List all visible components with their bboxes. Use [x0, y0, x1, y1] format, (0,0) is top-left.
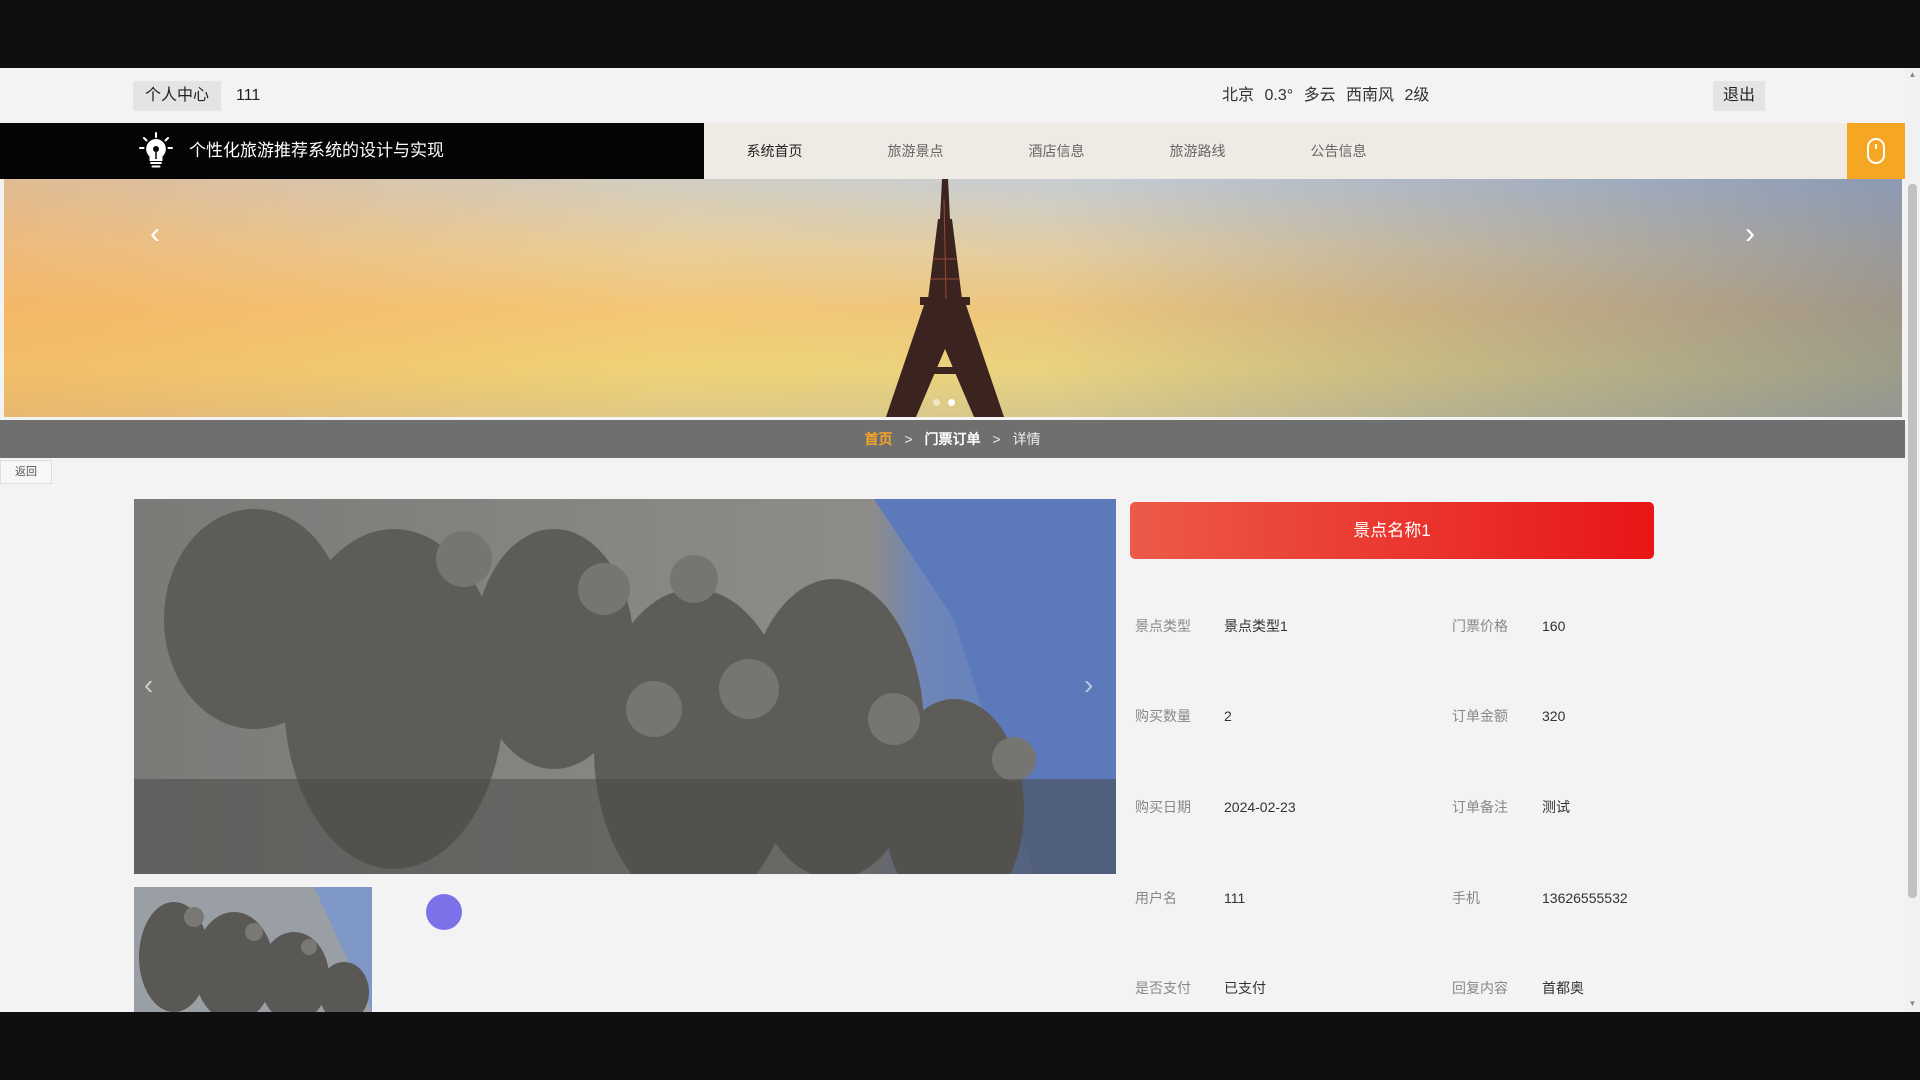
attraction-main-image: ‹ › [134, 499, 1116, 874]
lightbulb-logo-icon [139, 132, 173, 168]
image-prev-arrow-icon[interactable]: ‹ [144, 669, 153, 701]
weather-condition: 多云 [1303, 87, 1336, 104]
mouse-cursor-indicator [426, 894, 462, 930]
field-label: 购买日期 [1135, 799, 1191, 815]
info-row: 用户名 111 手机 13626555532 [1130, 883, 1690, 913]
field-value: 2024-02-23 [1224, 799, 1296, 815]
field-value: 111 [1224, 890, 1246, 906]
banner-pagination [933, 399, 955, 406]
banner-next-arrow-icon[interactable]: › [1735, 219, 1765, 249]
breadcrumb-current: 详情 [1012, 431, 1041, 447]
nav-item-hotels[interactable]: 酒店信息 [986, 123, 1127, 179]
field-label: 手机 [1452, 890, 1480, 906]
logout-button[interactable]: 退出 [1713, 81, 1766, 111]
info-row: 景点类型 景点类型1 门票价格 160 [1130, 611, 1690, 641]
info-row: 是否支付 已支付 回复内容 首都奥 [1130, 973, 1690, 1003]
main-navbar: 个性化旅游推荐系统的设计与实现 系统首页 旅游景点 酒店信息 旅游路线 公告信息 [0, 123, 1905, 179]
field-value: 2 [1224, 708, 1232, 724]
attraction-name-title: 景点名称1 [1130, 502, 1654, 559]
field-value: 160 [1542, 618, 1566, 634]
nav-item-announcements[interactable]: 公告信息 [1268, 123, 1409, 179]
field-value: 13626555532 [1542, 890, 1628, 906]
banner-prev-arrow-icon[interactable]: ‹ [140, 219, 170, 249]
brand-block: 个性化旅游推荐系统的设计与实现 [0, 123, 704, 179]
field-label: 购买数量 [1135, 708, 1191, 724]
attraction-thumbnail[interactable] [134, 887, 372, 1012]
browser-viewport: 个人中心 111 北京 0.3° 多云 西南风 2级 退出 个性化旅游推荐系统的… [0, 68, 1920, 1012]
weather-city: 北京 [1222, 87, 1255, 104]
breadcrumb-home-link[interactable]: 首页 [865, 431, 893, 447]
personal-center-button[interactable]: 个人中心 [133, 81, 222, 111]
hero-banner: ‹ › [4, 179, 1902, 417]
nav-item-routes[interactable]: 旅游路线 [1127, 123, 1268, 179]
scroll-up-icon[interactable]: ▲ [1908, 70, 1917, 80]
field-value: 测试 [1542, 799, 1570, 815]
nav-item-home[interactable]: 系统首页 [704, 123, 845, 179]
mouse-icon [1867, 138, 1885, 164]
field-label: 用户名 [1135, 890, 1177, 906]
letterbox-top [0, 0, 1920, 68]
field-label: 门票价格 [1452, 618, 1508, 634]
weather-info: 北京 0.3° 多云 西南风 2级 [1222, 81, 1435, 111]
info-row: 购买数量 2 订单金额 320 [1130, 701, 1690, 731]
sculpture-thumbnail [134, 887, 372, 1012]
field-label: 景点类型 [1135, 618, 1191, 634]
field-value: 320 [1542, 708, 1566, 724]
page-scrollbar[interactable]: ▲ ▼ [1905, 68, 1920, 1012]
username-label: 111 [236, 87, 261, 104]
banner-dot[interactable] [933, 399, 940, 406]
top-utility-bar: 个人中心 111 北京 0.3° 多云 西南风 2级 退出 [0, 68, 1905, 123]
info-row: 购买日期 2024-02-23 订单备注 测试 [1130, 792, 1690, 822]
weather-wind-level: 2级 [1404, 87, 1430, 104]
field-value: 首都奥 [1542, 980, 1584, 996]
field-value: 景点类型1 [1224, 618, 1288, 634]
nav-menu: 系统首页 旅游景点 酒店信息 旅游路线 公告信息 [704, 123, 1409, 179]
field-label: 订单备注 [1452, 799, 1508, 815]
weather-temp: 0.3° [1264, 87, 1294, 104]
back-button[interactable]: 返回 [0, 460, 52, 484]
letterbox-bottom [0, 1012, 1920, 1080]
weather-wind-dir: 西南风 [1346, 87, 1395, 104]
scrollbar-thumb[interactable] [1908, 184, 1917, 898]
breadcrumb-separator: > [992, 431, 1001, 447]
breadcrumb-separator: > [904, 431, 913, 447]
field-label: 回复内容 [1452, 980, 1508, 996]
banner-dot-active[interactable] [948, 399, 955, 406]
eiffel-tower-image [886, 179, 1004, 417]
sculpture-photo [134, 499, 1116, 874]
nav-item-attractions[interactable]: 旅游景点 [845, 123, 986, 179]
image-next-arrow-icon[interactable]: › [1084, 669, 1093, 701]
mouse-button[interactable] [1847, 123, 1905, 179]
field-label: 订单金额 [1452, 708, 1508, 724]
field-label: 是否支付 [1135, 980, 1191, 996]
scroll-down-icon[interactable]: ▼ [1908, 999, 1917, 1009]
breadcrumb: 首页 > 门票订单 > 详情 [0, 420, 1905, 458]
breadcrumb-section-link[interactable]: 门票订单 [925, 431, 981, 447]
field-value: 已支付 [1224, 980, 1266, 996]
site-title: 个性化旅游推荐系统的设计与实现 [189, 141, 444, 160]
